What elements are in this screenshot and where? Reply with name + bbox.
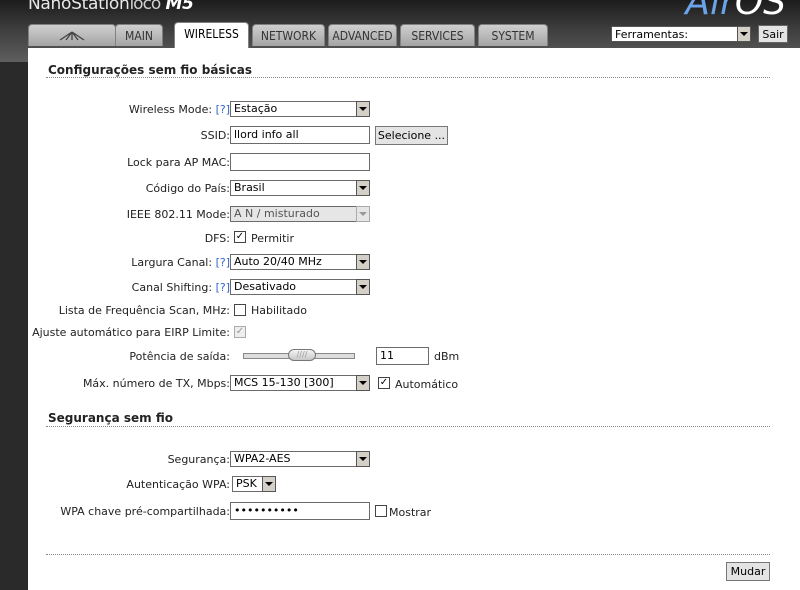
tools-select[interactable]: Ferramentas: bbox=[611, 26, 751, 42]
wireless-mode-select[interactable]: Estação bbox=[230, 101, 370, 117]
chevron-down-icon bbox=[356, 254, 370, 270]
chevron-down-icon bbox=[356, 101, 370, 117]
tab-main[interactable]: MAIN bbox=[115, 24, 163, 46]
wireless-mode-label: Wireless Mode: [?] bbox=[128, 103, 230, 116]
scan-list-checkbox[interactable] bbox=[234, 304, 246, 316]
channel-shifting-select[interactable]: Desativado bbox=[230, 279, 370, 295]
dfs-checkbox-label: Permitir bbox=[251, 232, 295, 245]
airos-logo: AirOS bbox=[685, 0, 786, 23]
chevron-down-icon bbox=[356, 206, 370, 222]
ssid-label: SSID: bbox=[200, 129, 230, 142]
section-title-security: Segurança sem fio bbox=[48, 411, 173, 425]
ubiquiti-logo-icon bbox=[59, 31, 85, 41]
channel-width-help-link[interactable]: [?] bbox=[216, 256, 230, 269]
logout-button[interactable]: Sair bbox=[758, 25, 788, 43]
wpa-auth-label: Autenticação WPA: bbox=[126, 478, 230, 491]
chevron-down-icon bbox=[356, 279, 370, 295]
channel-width-select[interactable]: Auto 20/40 MHz bbox=[230, 254, 370, 270]
eirp-checkbox: ✓ bbox=[234, 326, 246, 338]
show-key-checkbox[interactable] bbox=[375, 505, 387, 517]
wpa-auth-select[interactable]: PSK bbox=[232, 476, 276, 492]
ieee-mode-label: IEEE 802.11 Mode: bbox=[126, 208, 230, 221]
channel-shifting-label: Canal Shifting: [?] bbox=[131, 281, 230, 294]
chevron-down-icon bbox=[356, 451, 370, 467]
dfs-checkbox[interactable]: ✓ bbox=[234, 231, 246, 243]
wpa-key-input[interactable]: •••••••••• bbox=[230, 502, 370, 520]
output-power-input[interactable]: 11 bbox=[376, 347, 429, 365]
section-title-basic: Configurações sem fio básicas bbox=[48, 63, 253, 77]
wireless-mode-help-link[interactable]: [?] bbox=[216, 103, 230, 116]
tab-system[interactable]: SYSTEM bbox=[478, 24, 548, 46]
ieee-mode-select: A N / misturado bbox=[230, 206, 370, 222]
lock-ap-mac-label: Lock para AP MAC: bbox=[127, 156, 230, 169]
tx-auto-checkbox[interactable]: ✓ bbox=[378, 377, 390, 389]
tab-ubiquiti-logo[interactable] bbox=[28, 24, 116, 46]
channel-width-label: Largura Canal: [?] bbox=[131, 256, 230, 269]
country-label: Código do País: bbox=[145, 182, 230, 195]
power-slider-handle[interactable]: //// bbox=[288, 349, 316, 361]
tx-auto-label: Automático bbox=[395, 378, 459, 391]
channel-shifting-help-link[interactable]: [?] bbox=[216, 281, 230, 294]
form-footer-divider bbox=[46, 554, 770, 555]
section-divider bbox=[46, 77, 770, 78]
chevron-down-icon bbox=[262, 476, 276, 492]
wpa-key-label: WPA chave pré-compartilhada: bbox=[60, 505, 230, 518]
chevron-down-icon bbox=[737, 26, 751, 42]
ssid-input[interactable]: llord info all bbox=[230, 126, 370, 144]
max-tx-rate-label: Máx. número de TX, Mbps: bbox=[82, 377, 230, 390]
section-divider bbox=[46, 426, 770, 427]
security-label: Segurança: bbox=[167, 453, 230, 466]
eirp-label: Ajuste automático para EIRP Limite: bbox=[32, 326, 230, 339]
scan-list-label: Lista de Frequência Scan, MHz: bbox=[58, 304, 230, 317]
chevron-down-icon bbox=[356, 180, 370, 196]
security-select[interactable]: WPA2-AES bbox=[230, 451, 370, 467]
country-select[interactable]: Brasil bbox=[230, 180, 370, 196]
show-key-label: Mostrar bbox=[389, 506, 432, 519]
output-power-label: Potência de saída: bbox=[129, 350, 230, 363]
tab-wireless[interactable]: WIRELESS bbox=[174, 22, 249, 48]
max-tx-rate-select[interactable]: MCS 15-130 [300] bbox=[230, 375, 370, 391]
apply-button[interactable]: Mudar bbox=[726, 562, 770, 581]
scan-list-checkbox-label: Habilitado bbox=[251, 304, 307, 317]
tools-select-value: Ferramentas: bbox=[615, 28, 689, 41]
chevron-down-icon bbox=[356, 375, 370, 391]
power-unit: dBm bbox=[434, 350, 460, 363]
tab-services[interactable]: SERVICES bbox=[400, 24, 475, 46]
lock-ap-mac-input[interactable] bbox=[230, 153, 370, 171]
dfs-label: DFS: bbox=[204, 232, 230, 245]
wireless-settings-panel: Configurações sem fio básicas Wireless M… bbox=[28, 48, 800, 590]
tab-advanced[interactable]: ADVANCED bbox=[328, 24, 397, 46]
product-brand: NanoStationloco M5 bbox=[28, 0, 194, 14]
tab-network[interactable]: NETWORK bbox=[252, 24, 325, 46]
ssid-select-button[interactable]: Selecione ... bbox=[375, 126, 448, 145]
